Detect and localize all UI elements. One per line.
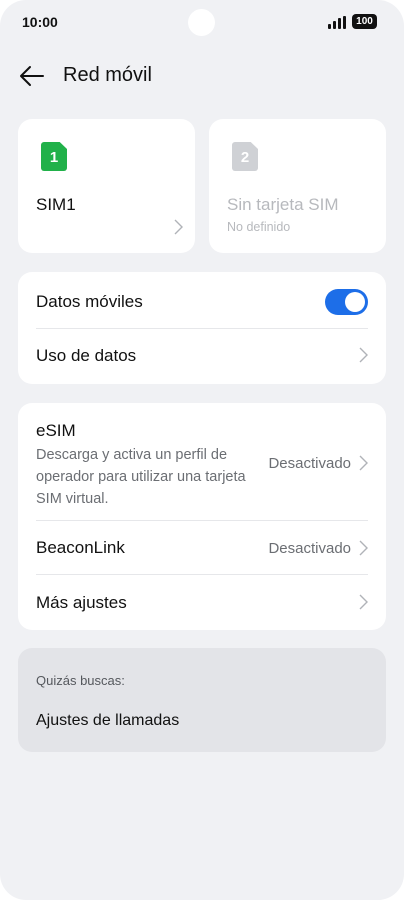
sim1-icon: 1 bbox=[41, 142, 67, 171]
suggestion-call-settings[interactable]: Ajustes de llamadas bbox=[36, 712, 179, 730]
chevron-right-icon bbox=[359, 455, 368, 471]
data-usage-label: Uso de datos bbox=[36, 346, 137, 365]
chevron-right-icon bbox=[359, 347, 368, 363]
sim1-card[interactable]: 1 SIM1 bbox=[18, 119, 195, 253]
app-header: Red móvil bbox=[0, 56, 404, 96]
beaconlink-label: BeaconLink bbox=[36, 538, 125, 557]
sim-settings-card: eSIM Descarga y activa un perfil de oper… bbox=[18, 403, 386, 630]
data-usage-row[interactable]: Uso de datos bbox=[18, 329, 386, 384]
mobile-data-row[interactable]: Datos móviles bbox=[18, 272, 386, 329]
chevron-right-icon bbox=[359, 540, 368, 556]
sim2-icon: 2 bbox=[232, 142, 258, 171]
mobile-data-toggle[interactable] bbox=[325, 289, 368, 315]
esim-description: Descarga y activa un perfil de operador … bbox=[36, 447, 246, 507]
back-arrow-icon[interactable] bbox=[18, 62, 46, 90]
page-title: Red móvil bbox=[63, 64, 152, 86]
esim-row[interactable]: eSIM Descarga y activa un perfil de oper… bbox=[18, 403, 386, 520]
signal-icon bbox=[328, 16, 348, 29]
sim2-card[interactable]: 2 Sin tarjeta SIM No definido bbox=[209, 119, 386, 253]
beaconlink-row[interactable]: BeaconLink Desactivado bbox=[18, 521, 386, 575]
mobile-data-label: Datos móviles bbox=[36, 292, 143, 311]
sim2-status: No definido bbox=[227, 220, 291, 234]
beaconlink-status: Desactivado bbox=[268, 540, 351, 557]
status-time: 10:00 bbox=[22, 14, 58, 30]
chevron-right-icon bbox=[359, 594, 368, 610]
status-bar: 10:00 100 bbox=[0, 0, 404, 44]
screen: 10:00 100 Red móvil 1 SIM1 2 Sin tarjeta… bbox=[0, 0, 404, 900]
esim-label: eSIM bbox=[36, 421, 76, 440]
esim-status: Desactivado bbox=[268, 455, 351, 472]
front-camera bbox=[188, 9, 215, 36]
suggestions-heading: Quizás buscas: bbox=[36, 673, 125, 688]
chevron-right-icon bbox=[174, 219, 183, 235]
mobile-data-card: Datos móviles Uso de datos bbox=[18, 272, 386, 384]
more-settings-row[interactable]: Más ajustes bbox=[18, 575, 386, 630]
sim2-name: Sin tarjeta SIM bbox=[227, 195, 339, 214]
more-settings-label: Más ajustes bbox=[36, 593, 127, 612]
battery-icon: 100 bbox=[352, 14, 377, 29]
suggestions-card: Quizás buscas: Ajustes de llamadas bbox=[18, 648, 386, 752]
sim1-name: SIM1 bbox=[36, 195, 76, 214]
